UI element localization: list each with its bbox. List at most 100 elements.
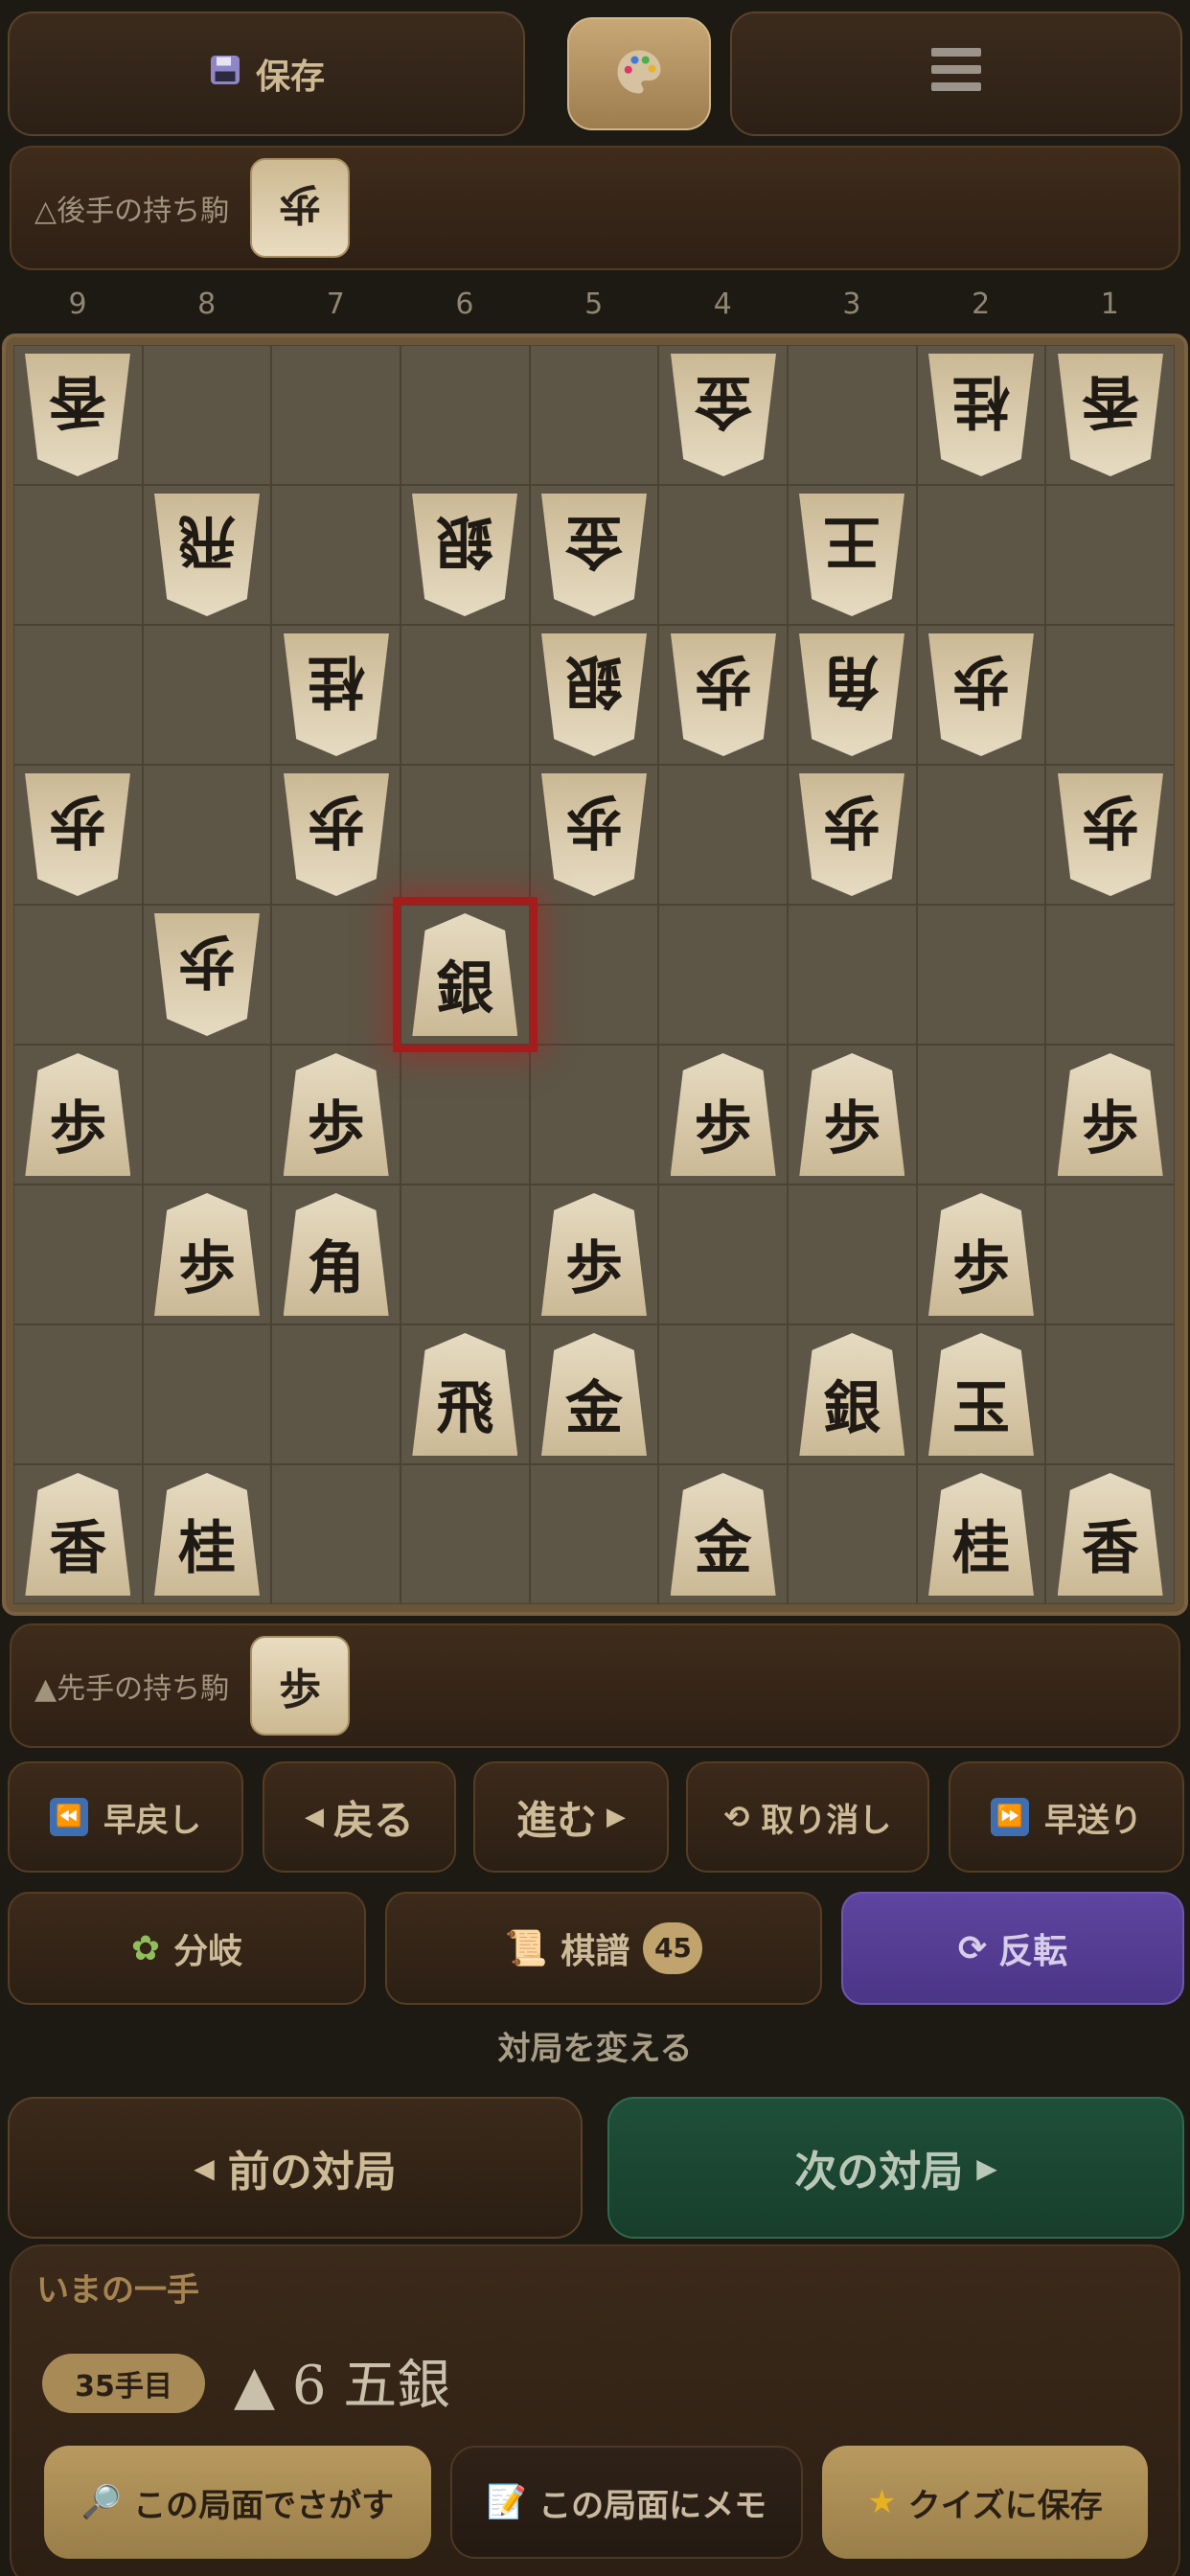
- board-square[interactable]: [916, 485, 1046, 625]
- board-square[interactable]: 桂: [271, 625, 400, 765]
- flip-button[interactable]: ⟳ 反転: [841, 1892, 1184, 2005]
- sente-piece[interactable]: 金: [540, 1333, 647, 1456]
- sente-piece[interactable]: 玉: [927, 1333, 1034, 1456]
- board-square[interactable]: 角: [788, 625, 917, 765]
- board-square[interactable]: [788, 1464, 917, 1604]
- board-square[interactable]: [271, 345, 400, 485]
- board-square[interactable]: 歩: [271, 765, 400, 905]
- board-square[interactable]: 歩: [788, 1045, 917, 1184]
- sente-piece[interactable]: 歩: [25, 1053, 131, 1176]
- board-square[interactable]: [13, 485, 143, 625]
- board-square[interactable]: 歩: [142, 905, 272, 1045]
- gote-piece[interactable]: 王: [799, 494, 904, 616]
- board-square[interactable]: 角: [271, 1184, 400, 1324]
- board-square[interactable]: [658, 485, 788, 625]
- board-square[interactable]: [13, 625, 143, 765]
- board-square[interactable]: 銀: [529, 625, 659, 765]
- board-square[interactable]: [658, 1324, 788, 1464]
- board-square[interactable]: [788, 905, 917, 1045]
- board-square[interactable]: 歩: [13, 765, 143, 905]
- memo-button[interactable]: 📝 この局面にメモ: [450, 2446, 803, 2559]
- gote-piece[interactable]: 香: [25, 354, 130, 476]
- gote-piece[interactable]: 銀: [541, 633, 647, 756]
- gote-piece[interactable]: 角: [799, 633, 904, 756]
- board-square[interactable]: [916, 905, 1046, 1045]
- board-square[interactable]: [529, 1045, 659, 1184]
- board-square[interactable]: 王: [788, 485, 917, 625]
- board-square[interactable]: [658, 1184, 788, 1324]
- sente-piece[interactable]: 桂: [927, 1473, 1034, 1596]
- board-square[interactable]: 香: [13, 1464, 143, 1604]
- board-square[interactable]: [788, 1184, 917, 1324]
- sente-piece[interactable]: 銀: [799, 1333, 905, 1456]
- board-square[interactable]: [13, 1324, 143, 1464]
- board-square[interactable]: 桂: [916, 1464, 1046, 1604]
- forward-button[interactable]: 進む ▶: [473, 1761, 669, 1873]
- board-square[interactable]: 玉: [916, 1324, 1046, 1464]
- gote-piece[interactable]: 歩: [541, 773, 647, 896]
- board-square[interactable]: 歩: [271, 1045, 400, 1184]
- fast-back-button[interactable]: ⏪ 早戻し: [8, 1761, 243, 1873]
- back-button[interactable]: ◀ 戻る: [263, 1761, 456, 1873]
- save-button[interactable]: 保存: [8, 12, 525, 136]
- sente-piece[interactable]: 桂: [153, 1473, 260, 1596]
- board-square[interactable]: 銀: [400, 485, 530, 625]
- board-square[interactable]: [271, 905, 400, 1045]
- gote-piece[interactable]: 飛: [154, 494, 260, 616]
- gote-piece[interactable]: 歩: [799, 773, 904, 896]
- board-square[interactable]: [1045, 625, 1175, 765]
- gote-piece[interactable]: 歩: [154, 913, 260, 1036]
- board-square[interactable]: 歩: [13, 1045, 143, 1184]
- board-square[interactable]: 金: [658, 345, 788, 485]
- board-square[interactable]: [142, 625, 272, 765]
- board-square[interactable]: [271, 1464, 400, 1604]
- undo-button[interactable]: ⟲ 取り消し: [686, 1761, 929, 1873]
- board-square[interactable]: [658, 905, 788, 1045]
- board-square[interactable]: [916, 765, 1046, 905]
- board-square[interactable]: [1045, 485, 1175, 625]
- branch-button[interactable]: ✿ 分岐: [8, 1892, 366, 2005]
- sente-piece[interactable]: 歩: [927, 1193, 1034, 1316]
- board-square[interactable]: [400, 1464, 530, 1604]
- board-square[interactable]: 金: [658, 1464, 788, 1604]
- board-square[interactable]: 歩: [788, 765, 917, 905]
- board-square[interactable]: 銀: [788, 1324, 917, 1464]
- fast-forward-button[interactable]: ⏩ 早送り: [949, 1761, 1184, 1873]
- board-square[interactable]: 金: [529, 485, 659, 625]
- board-square[interactable]: 銀: [400, 905, 530, 1045]
- board-square[interactable]: 桂: [916, 345, 1046, 485]
- board-square[interactable]: [658, 765, 788, 905]
- board-square[interactable]: [400, 345, 530, 485]
- gote-piece[interactable]: 歩: [1058, 773, 1163, 896]
- gote-piece[interactable]: 金: [541, 494, 647, 616]
- board-square[interactable]: [529, 1464, 659, 1604]
- sente-piece[interactable]: 歩: [153, 1193, 260, 1316]
- board-square[interactable]: [400, 765, 530, 905]
- gote-piece[interactable]: 歩: [671, 633, 776, 756]
- sente-piece[interactable]: 角: [283, 1193, 389, 1316]
- prev-game-button[interactable]: ◀ 前の対局: [8, 2097, 583, 2239]
- board-square[interactable]: 歩: [916, 625, 1046, 765]
- sente-piece[interactable]: 歩: [283, 1053, 389, 1176]
- board-square[interactable]: 香: [1045, 1464, 1175, 1604]
- kifu-button[interactable]: 📜 棋譜 45: [385, 1892, 822, 2005]
- board-square[interactable]: 香: [1045, 345, 1175, 485]
- menu-button[interactable]: [730, 12, 1182, 136]
- board-square[interactable]: [529, 345, 659, 485]
- search-position-button[interactable]: 🔎 この局面でさがす: [44, 2446, 431, 2559]
- board-square[interactable]: [142, 765, 272, 905]
- board-square[interactable]: 歩: [529, 1184, 659, 1324]
- sente-piece[interactable]: 歩: [799, 1053, 905, 1176]
- save-quiz-button[interactable]: ★ クイズに保存: [822, 2446, 1148, 2559]
- sente-hand-piece[interactable]: 歩: [250, 1636, 351, 1736]
- board-square[interactable]: [271, 485, 400, 625]
- sente-piece[interactable]: 銀: [412, 913, 518, 1036]
- board-square[interactable]: 歩: [658, 625, 788, 765]
- board-square[interactable]: 金: [529, 1324, 659, 1464]
- board-square[interactable]: 歩: [658, 1045, 788, 1184]
- sente-piece[interactable]: 金: [670, 1473, 776, 1596]
- board-square[interactable]: [13, 905, 143, 1045]
- board-square[interactable]: [916, 1045, 1046, 1184]
- board-square[interactable]: 桂: [142, 1464, 272, 1604]
- gote-hand-piece[interactable]: 歩: [250, 158, 351, 258]
